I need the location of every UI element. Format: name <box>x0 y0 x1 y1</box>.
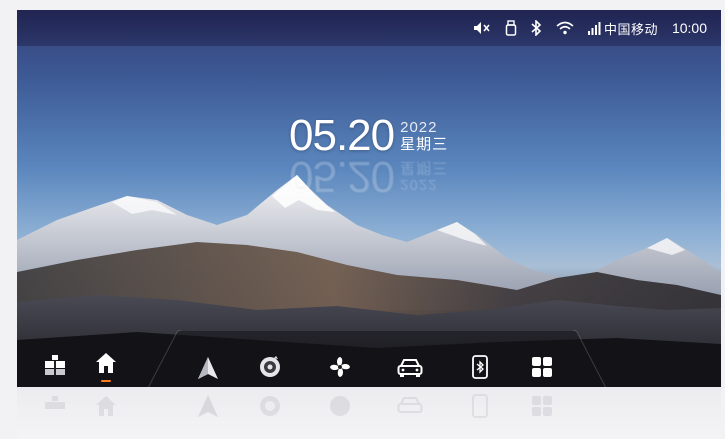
bluetooth-icon[interactable] <box>531 20 542 36</box>
mute-icon[interactable] <box>473 21 491 35</box>
home-icon-reflection <box>91 391 121 421</box>
grid-menu-icon-reflection <box>527 391 557 421</box>
apps-icon-reflection <box>40 391 70 421</box>
active-indicator <box>101 380 111 382</box>
grid-menu-icon[interactable] <box>527 352 557 382</box>
infotainment-screen: 中国移动 10:00 05.20 2022 星期三 05.20 2022 星期三 <box>17 10 721 387</box>
navigation-icon-reflection <box>193 391 223 421</box>
fan-icon-reflection <box>325 391 355 421</box>
year-label: 2022 <box>400 119 438 136</box>
date-widget[interactable]: 05.20 2022 星期三 <box>289 114 448 158</box>
music-icon-reflection <box>255 391 285 421</box>
navigation-icon[interactable] <box>193 353 223 383</box>
weekday-label: 星期三 <box>400 136 449 153</box>
music-icon[interactable] <box>255 352 285 382</box>
wifi-icon[interactable] <box>556 21 574 35</box>
fan-icon[interactable] <box>325 352 355 382</box>
phone-bluetooth-icon[interactable] <box>465 352 495 382</box>
usb-icon[interactable] <box>505 20 517 36</box>
carrier-name: 中国移动 <box>603 21 658 37</box>
status-bar: 中国移动 10:00 <box>17 10 721 46</box>
car-icon[interactable] <box>395 353 425 383</box>
screen-reflection <box>17 387 721 439</box>
car-icon-reflection <box>395 391 425 421</box>
apps-icon[interactable] <box>40 350 70 380</box>
date-display: 05.20 <box>289 111 395 160</box>
signal-icon <box>587 21 601 35</box>
status-clock: 10:00 <box>671 20 707 36</box>
phone-bluetooth-icon-reflection <box>465 391 495 421</box>
page: 中国移动 10:00 05.20 2022 星期三 05.20 2022 星期三 <box>0 0 725 439</box>
date-reflection: 05.20 2022 星期三 <box>289 152 449 201</box>
home-icon[interactable] <box>91 348 121 378</box>
